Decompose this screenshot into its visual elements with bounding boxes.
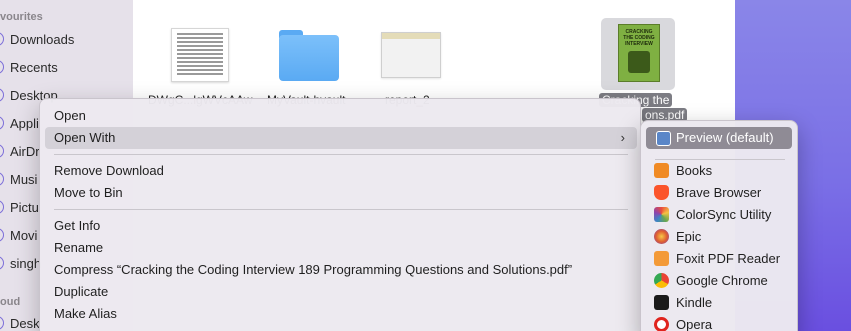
sidebar-item-recents[interactable]: Recents xyxy=(0,58,58,78)
sidebar-section-favourites: vourites xyxy=(0,11,43,23)
menu-item-rename[interactable]: Rename xyxy=(54,237,103,259)
sidebar-item-pictures[interactable]: Pictu xyxy=(0,198,39,218)
menu-separator xyxy=(54,154,628,155)
document-icon[interactable] xyxy=(171,28,229,82)
submenu-item-chrome[interactable]: Google Chrome xyxy=(676,270,768,292)
downloads-icon xyxy=(0,32,4,46)
sidebar-item-movies[interactable]: Movi xyxy=(0,226,37,246)
opera-icon xyxy=(654,317,669,331)
menu-item-make-alias[interactable]: Make Alias xyxy=(54,303,117,325)
submenu-item-kindle[interactable]: Kindle xyxy=(676,292,712,314)
menu-item-open-with-label: Open With xyxy=(54,130,116,145)
menu-item-duplicate[interactable]: Duplicate xyxy=(54,281,108,303)
movies-icon xyxy=(0,228,4,242)
books-icon xyxy=(654,163,669,178)
submenu-item-foxit[interactable]: Foxit PDF Reader xyxy=(676,248,780,270)
sidebar-item-home[interactable]: singh xyxy=(0,254,41,274)
cloud-folder-icon xyxy=(0,316,4,330)
submenu-item-books[interactable]: Books xyxy=(676,160,712,182)
sidebar-item-icloud-desktop[interactable]: Desk xyxy=(0,314,40,331)
sidebar-item-downloads[interactable]: Downloads xyxy=(0,30,74,50)
clock-icon xyxy=(0,60,4,74)
spreadsheet-icon[interactable] xyxy=(381,32,441,78)
folder-icon[interactable] xyxy=(279,26,339,82)
submenu-item-epic[interactable]: Epic xyxy=(676,226,701,248)
kindle-icon xyxy=(654,295,669,310)
submenu-item-opera[interactable]: Opera xyxy=(676,314,712,331)
menu-item-remove-download[interactable]: Remove Download xyxy=(54,160,164,182)
sidebar-item-applications[interactable]: Appli xyxy=(0,114,39,134)
chrome-icon xyxy=(654,273,669,288)
menu-item-compress[interactable]: Compress “Cracking the Coding Interview … xyxy=(54,259,572,281)
open-with-submenu: Preview (default) Books Brave Browser Co… xyxy=(640,120,798,331)
submenu-item-preview[interactable]: Preview (default) xyxy=(646,127,792,149)
submenu-item-brave[interactable]: Brave Browser xyxy=(676,182,761,204)
applications-icon xyxy=(0,116,4,130)
sidebar-item-airdrop[interactable]: AirDr xyxy=(0,142,40,162)
submenu-item-colorsync[interactable]: ColorSync Utility xyxy=(676,204,771,226)
airdrop-icon xyxy=(0,144,4,158)
home-icon xyxy=(0,256,4,270)
menu-separator xyxy=(54,209,628,210)
preview-icon xyxy=(656,131,671,146)
menu-item-open[interactable]: Open xyxy=(54,105,86,127)
colorsync-icon xyxy=(654,207,669,222)
sidebar-item-music[interactable]: Musi xyxy=(0,170,37,190)
menu-item-open-with[interactable]: Open With › xyxy=(45,127,637,149)
pdf-book-icon[interactable]: CRACKING THE CODING INTERVIEW xyxy=(618,24,660,82)
context-menu: Open Open With › Remove Download Move to… xyxy=(39,98,641,331)
brave-icon xyxy=(654,185,669,200)
pictures-icon xyxy=(0,200,4,214)
book-cover-title: CRACKING THE CODING INTERVIEW xyxy=(623,29,655,47)
epic-icon xyxy=(654,229,669,244)
submenu-item-preview-label: Preview (default) xyxy=(676,130,774,145)
desktop-icon xyxy=(0,88,4,102)
music-icon xyxy=(0,172,4,186)
menu-item-move-to-bin[interactable]: Move to Bin xyxy=(54,182,123,204)
submenu-separator xyxy=(655,159,785,160)
foxit-icon xyxy=(654,251,669,266)
menu-item-get-info[interactable]: Get Info xyxy=(54,215,100,237)
sidebar-section-cloud: oud xyxy=(0,296,21,308)
chevron-right-icon: › xyxy=(620,130,625,145)
